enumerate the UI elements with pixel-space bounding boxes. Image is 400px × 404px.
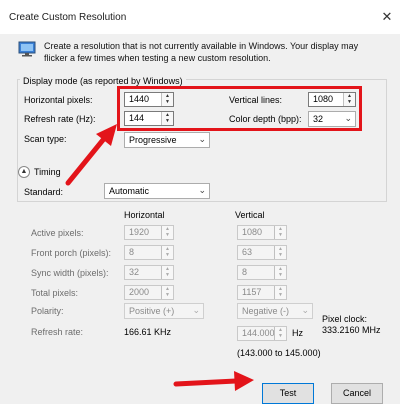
total-pixels-h-spinner[interactable]: 2000 ▲ ▼ <box>124 285 174 300</box>
active-pixels-h-spinner[interactable]: 1920 ▲ ▼ <box>124 225 174 240</box>
total-pixels-v-value: 1157 <box>242 287 262 297</box>
cancel-button[interactable]: Cancel <box>331 383 383 404</box>
standard-value: Automatic <box>109 186 150 196</box>
spin-arrows-icon: ▲ ▼ <box>274 266 286 279</box>
polarity-h-value: Positive (+) <box>129 306 175 316</box>
front-porch-h-spinner[interactable]: 8 ▲ ▼ <box>124 245 174 260</box>
active-pixels-v-spinner[interactable]: 1080 ▲ ▼ <box>237 225 287 240</box>
standard-label: Standard: <box>24 187 64 197</box>
total-pixels-h-value: 2000 <box>129 287 150 297</box>
spin-arrows-icon: ▲ ▼ <box>274 246 286 259</box>
front-porch-h-value: 8 <box>129 247 135 257</box>
sync-width-h-value: 32 <box>129 267 140 277</box>
timing-label: Timing <box>34 167 61 177</box>
sync-width-label: Sync width (pixels): <box>31 268 109 278</box>
horizontal-header: Horizontal <box>124 210 165 220</box>
collapse-arrow-icon[interactable]: ▲ <box>18 166 30 178</box>
spin-arrows-icon: ▲ ▼ <box>161 246 173 259</box>
active-pixels-h-value: 1920 <box>129 227 150 237</box>
spin-arrows-icon: ▲ ▼ <box>274 327 286 340</box>
front-porch-label: Front porch (pixels): <box>31 248 112 258</box>
refresh-rate-h-value: 166.61 KHz <box>124 327 172 337</box>
front-porch-v-spinner[interactable]: 63 ▲ ▼ <box>237 245 287 260</box>
total-pixels-v-spinner[interactable]: 1157 ▲ ▼ <box>237 285 287 300</box>
spin-arrows-icon: ▲ ▼ <box>161 226 173 239</box>
sync-width-v-value: 8 <box>242 267 248 277</box>
spin-arrows-icon: ▲ ▼ <box>161 266 173 279</box>
annotation-arrows <box>65 124 254 391</box>
chevron-down-icon: ⌄ <box>198 185 206 195</box>
sync-width-v-spinner[interactable]: 8 ▲ ▼ <box>237 265 287 280</box>
polarity-v-value: Negative (-) <box>242 306 290 316</box>
refresh-rate-timing-label: Refresh rate: <box>31 327 84 337</box>
spin-arrows-icon: ▲ ▼ <box>274 286 286 299</box>
standard-dropdown[interactable]: Automatic ⌄ <box>104 183 210 199</box>
polarity-v-dropdown[interactable]: Negative (-) ⌄ <box>237 303 313 319</box>
chevron-down-icon: ⌄ <box>301 305 309 315</box>
refresh-rate-unit: Hz <box>292 328 303 338</box>
sync-width-h-spinner[interactable]: 32 ▲ ▼ <box>124 265 174 280</box>
chevron-down-icon: ⌄ <box>192 305 200 315</box>
polarity-h-dropdown[interactable]: Positive (+) ⌄ <box>124 303 204 319</box>
spin-arrows-icon: ▲ ▼ <box>161 286 173 299</box>
refresh-rate-v-value: 144.000 <box>242 328 275 338</box>
front-porch-v-value: 63 <box>242 247 253 257</box>
refresh-rate-range: (143.000 to 145.000) <box>237 348 321 358</box>
active-pixels-v-value: 1080 <box>242 227 263 237</box>
pixel-clock-label: Pixel clock: <box>322 314 368 324</box>
total-pixels-label: Total pixels: <box>31 288 79 298</box>
pixel-clock-value: 333.2160 MHz <box>322 325 381 335</box>
test-button[interactable]: Test <box>262 383 314 404</box>
polarity-label: Polarity: <box>31 306 64 316</box>
spin-arrows-icon: ▲ ▼ <box>274 226 286 239</box>
refresh-rate-v-spinner[interactable]: 144.000 ▲ ▼ <box>237 326 287 341</box>
active-pixels-label: Active pixels: <box>31 228 84 238</box>
vertical-header: Vertical <box>235 210 265 220</box>
